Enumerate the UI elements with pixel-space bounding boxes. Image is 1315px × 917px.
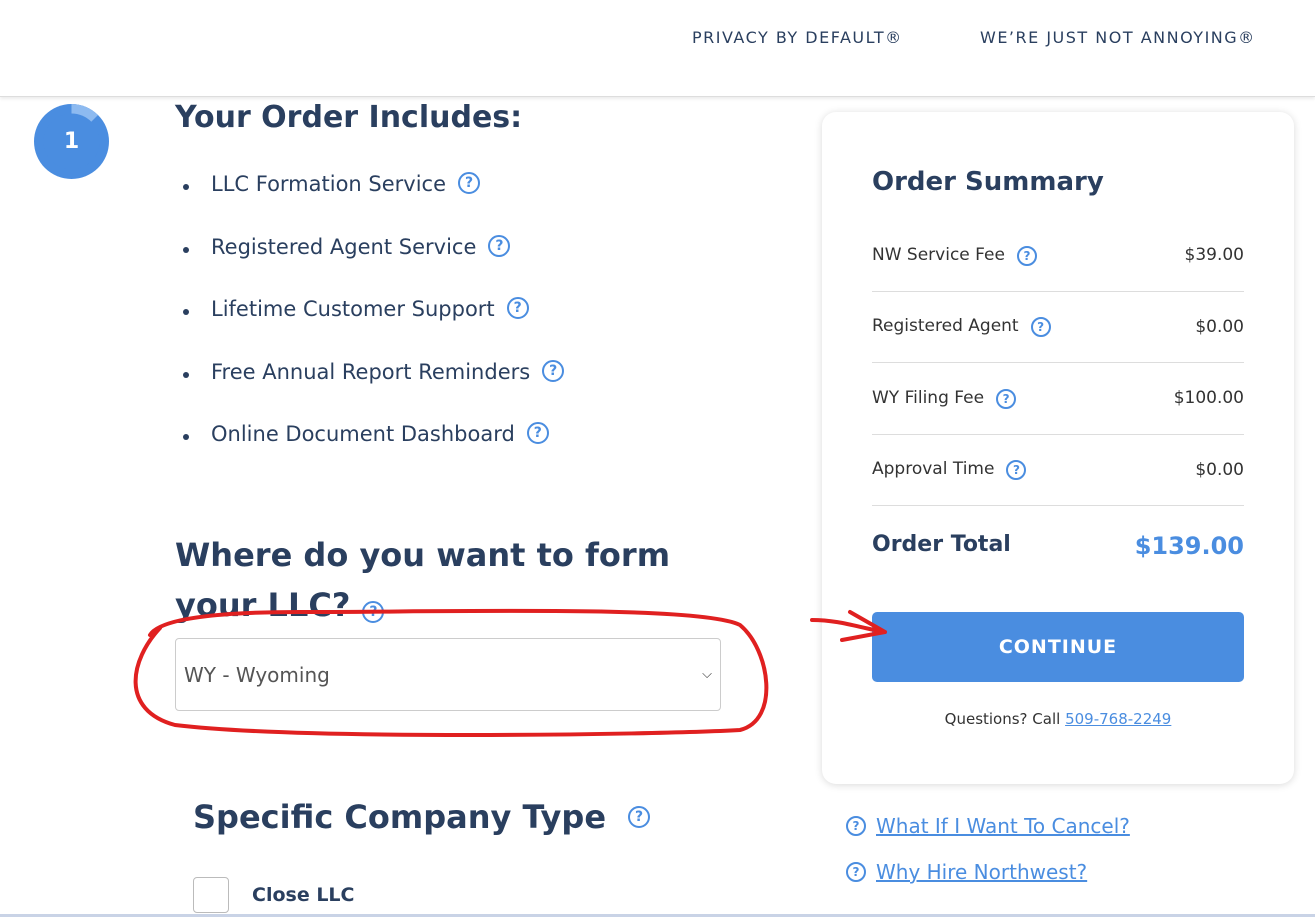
help-icon[interactable]: ?	[458, 172, 481, 194]
list-item: Free Annual Report Reminders?	[183, 359, 565, 423]
help-icon: ?	[846, 816, 866, 836]
row-amount: $0.00	[1195, 459, 1244, 480]
order-total-amount: $139.00	[1134, 532, 1244, 560]
help-icon[interactable]: ?	[1006, 460, 1027, 481]
chevron-down-icon: ⌵	[702, 667, 712, 682]
summary-row: NW Service Fee? $39.00	[872, 220, 1244, 292]
top-bar: PRIVACY BY DEFAULT® WE’RE JUST NOT ANNOY…	[0, 0, 1315, 97]
state-select[interactable]: WY - Wyoming ⌵	[175, 638, 721, 711]
state-question-text: Where do you want to form your LLC?	[175, 536, 671, 624]
why-hire-link[interactable]: ? Why Hire Northwest?	[846, 860, 1087, 884]
close-llc-label: Close LLC	[252, 884, 355, 906]
help-icon: ?	[846, 862, 866, 882]
phone-link[interactable]: 509-768-2249	[1065, 710, 1171, 728]
item-label: Free Annual Report Reminders	[211, 359, 531, 384]
company-type-title-text: Specific Company Type	[193, 798, 607, 836]
order-summary-card: Order Summary NW Service Fee? $39.00 Regi…	[822, 112, 1294, 784]
summary-row: Approval Time? $0.00	[872, 435, 1244, 506]
questions-call: Questions? Call 509-768-2249	[822, 710, 1294, 728]
state-select-value: WY - Wyoming	[184, 662, 330, 687]
help-icon[interactable]: ?	[1016, 245, 1037, 266]
nav-not-annoying[interactable]: WE’RE JUST NOT ANNOYING®	[980, 28, 1256, 47]
help-icon[interactable]: ?	[526, 422, 549, 444]
help-icon[interactable]: ?	[996, 388, 1017, 409]
includes-list: LLC Formation Service? Registered Agent …	[183, 172, 565, 485]
item-label: LLC Formation Service	[211, 172, 447, 196]
list-item: Registered Agent Service?	[183, 234, 564, 298]
list-item: Lifetime Customer Support?	[183, 297, 564, 360]
list-item: Online Document Dashboard?	[183, 422, 564, 485]
list-item: LLC Formation Service?	[183, 172, 564, 235]
step-number: 1	[63, 129, 80, 154]
item-label: Lifetime Customer Support	[211, 297, 495, 321]
row-label: Approval Time	[872, 459, 995, 480]
help-icon[interactable]: ?	[1030, 317, 1051, 338]
cancel-link[interactable]: ? What If I Want To Cancel?	[846, 814, 1130, 838]
summary-row: WY Filing Fee? $100.00	[872, 363, 1244, 435]
summary-row: Registered Agent? $0.00	[872, 292, 1244, 363]
close-llc-checkbox[interactable]	[193, 877, 229, 913]
help-icon[interactable]: ?	[362, 601, 385, 623]
includes-title: Your Order Includes:	[175, 100, 523, 135]
nav-privacy-by-default[interactable]: PRIVACY BY DEFAULT®	[692, 28, 903, 47]
item-label: Registered Agent Service	[211, 234, 477, 259]
company-type-title: Specific Company Type?	[193, 798, 651, 836]
row-amount: $0.00	[1195, 316, 1244, 337]
cancel-link-text[interactable]: What If I Want To Cancel?	[876, 814, 1130, 838]
step-indicator: 1	[34, 104, 109, 179]
questions-text: Questions? Call	[944, 710, 1061, 728]
why-hire-link-text[interactable]: Why Hire Northwest?	[876, 860, 1087, 884]
help-icon[interactable]: ?	[542, 359, 565, 382]
row-label: NW Service Fee	[872, 244, 1005, 265]
order-total: Order Total $139.00	[872, 532, 1244, 560]
order-total-label: Order Total	[872, 532, 1011, 557]
help-icon[interactable]: ?	[488, 234, 511, 257]
row-label: WY Filing Fee	[872, 387, 985, 408]
row-amount: $39.00	[1184, 245, 1244, 266]
row-label: Registered Agent	[872, 316, 1019, 337]
order-summary-title: Order Summary	[872, 167, 1104, 197]
help-icon[interactable]: ?	[506, 297, 529, 319]
item-label: Online Document Dashboard	[211, 422, 515, 446]
state-question: Where do you want to form your LLC??	[175, 530, 695, 630]
continue-button[interactable]: CONTINUE	[872, 612, 1244, 682]
row-amount: $100.00	[1173, 388, 1244, 409]
help-icon[interactable]: ?	[628, 806, 651, 828]
